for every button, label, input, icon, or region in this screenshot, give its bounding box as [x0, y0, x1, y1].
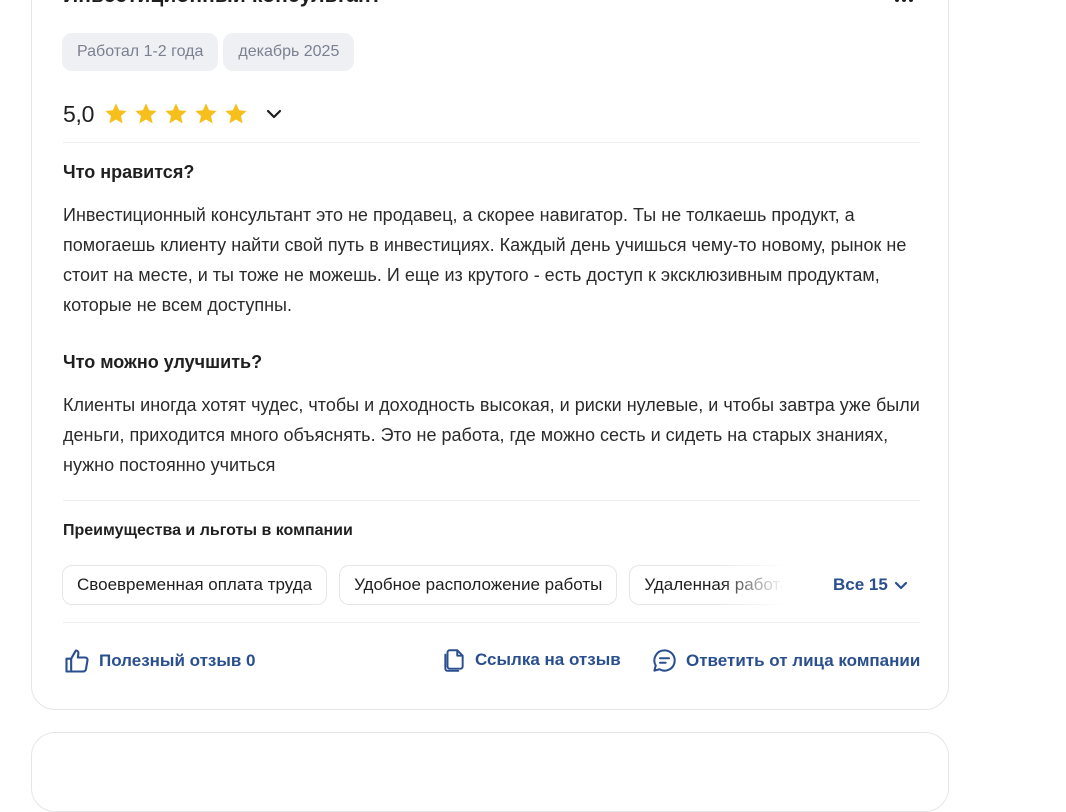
star-icon: [165, 103, 187, 124]
chat-bubble-icon: [653, 649, 676, 672]
chevron-down-icon: [894, 581, 907, 589]
benefits-fade: [720, 565, 795, 605]
chevron-down-icon: [266, 109, 282, 119]
more-dot-icon: [909, 0, 913, 2]
reply-as-company-button[interactable]: Ответить от лица компании: [651, 647, 920, 674]
cons-text: Клиенты иногда хотят чудес, чтобы и дохо…: [63, 395, 920, 475]
more-dot-icon: [902, 0, 906, 2]
star-icon: [135, 103, 157, 124]
thumbs-up-icon: [65, 649, 89, 673]
review-job-title: Инвестиционный консультант: [63, 0, 381, 8]
rating-value: 5,0: [63, 100, 95, 127]
rating-row: 5,0: [63, 98, 285, 130]
copy-link-button[interactable]: Ссылка на отзыв: [441, 647, 621, 673]
more-dot-icon: [895, 0, 899, 2]
star-icon: [195, 103, 217, 124]
show-all-benefits-button[interactable]: Все 15: [833, 575, 908, 595]
rating-stars: [103, 101, 249, 127]
pros-title: Что нравится?: [63, 162, 195, 182]
divider: [63, 500, 920, 501]
benefit-chip: Удобное расположение работы: [339, 565, 618, 605]
tag-review-date: декабрь 2025: [223, 33, 355, 71]
cons-title: Что можно улучшить?: [63, 352, 263, 372]
useful-review-button[interactable]: Полезный отзыв 0: [63, 647, 256, 675]
benefits-title: Преимущества и льготы в компании: [63, 522, 353, 539]
reply-as-company-label: Ответить от лица компании: [686, 650, 921, 670]
rating-details-toggle[interactable]: [263, 103, 285, 125]
benefit-chip: Своевременная оплата труда: [62, 565, 328, 605]
review-tags: Работал 1-2 года декабрь 2025: [62, 33, 355, 71]
copy-icon: [444, 649, 464, 672]
show-all-label: Все 15: [833, 575, 888, 594]
more-options-button[interactable]: [890, 0, 918, 8]
star-icon: [225, 103, 247, 124]
star-icon: [105, 103, 127, 124]
copy-link-label: Ссылка на отзыв: [475, 650, 621, 669]
benefits-list: Своевременная оплата труда Удобное распо…: [62, 565, 792, 605]
divider: [63, 622, 920, 623]
next-review-card: [31, 732, 949, 812]
useful-review-label: Полезный отзыв 0: [99, 651, 256, 670]
pros-text: Инвестиционный консультант это не продав…: [63, 205, 907, 315]
divider: [63, 142, 920, 143]
tag-work-duration: Работал 1-2 года: [62, 33, 219, 71]
